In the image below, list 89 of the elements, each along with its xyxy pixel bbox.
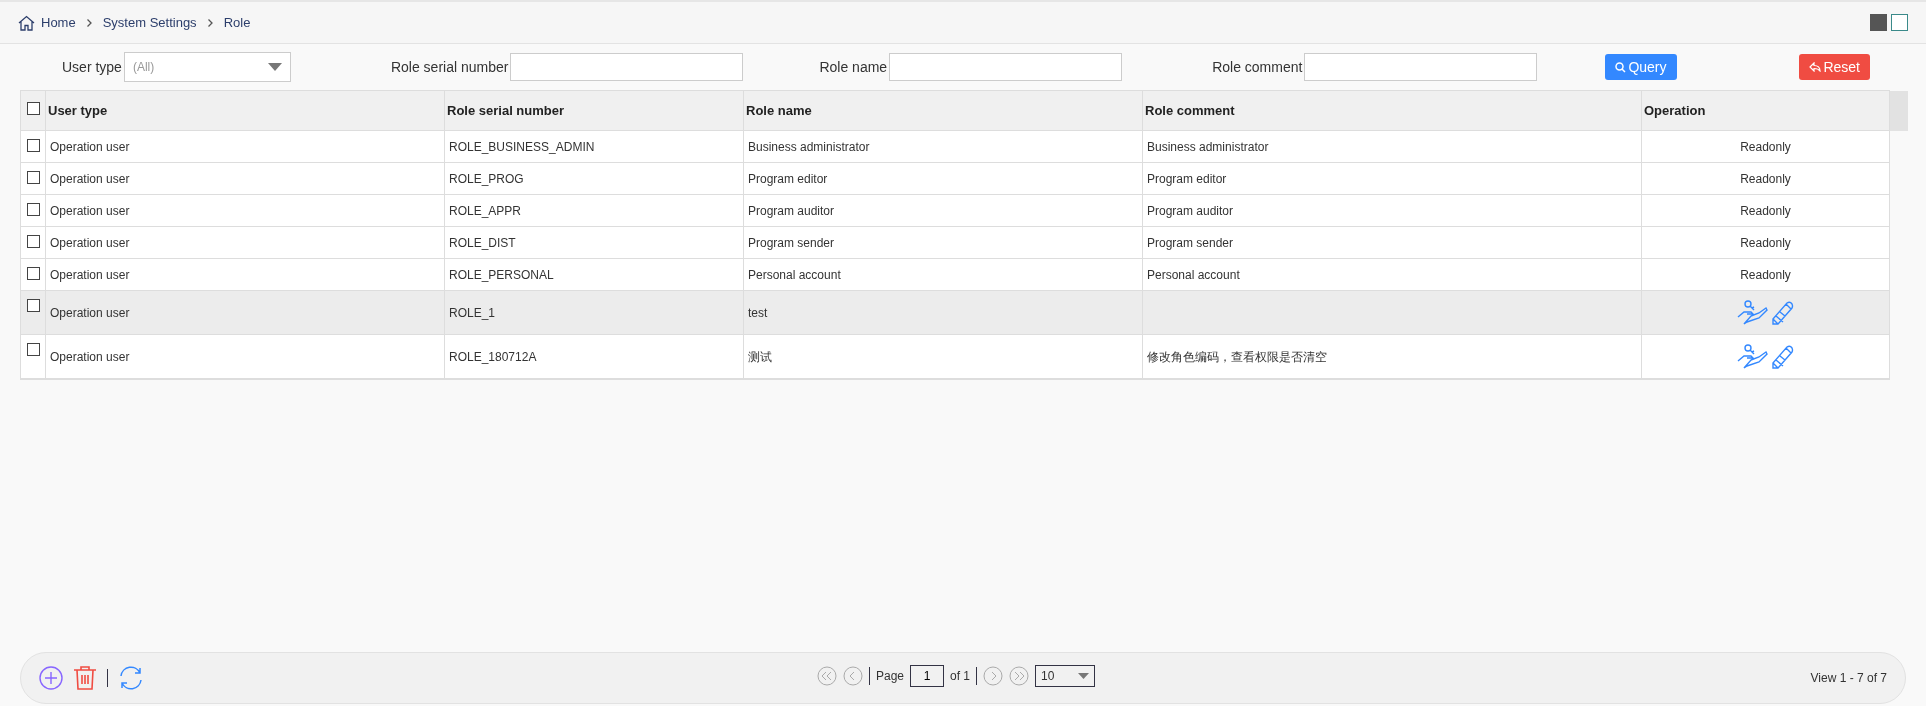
table-row[interactable]: Operation user ROLE_APPR Program auditor Program auditor Readonly xyxy=(21,195,1889,227)
page-count: of 1 xyxy=(950,668,971,685)
table-cell-text: Operation user xyxy=(50,202,130,220)
pencil-icon[interactable] xyxy=(1770,299,1795,326)
table-cell-text: Program auditor xyxy=(748,202,835,220)
breadcrumb-link[interactable]: System Settings xyxy=(102,12,197,33)
caret-icon xyxy=(1078,673,1090,679)
page-label: Page xyxy=(876,668,905,685)
checkbox[interactable] xyxy=(26,343,40,356)
role-serial-input[interactable] xyxy=(510,53,744,81)
column-header[interactable]: Role comment xyxy=(1145,100,1235,121)
table-row[interactable]: Operation user ROLE_DIST Program sender Program sender Readonly xyxy=(21,227,1889,259)
table-cell-text: 测试 xyxy=(748,348,772,366)
table-cell-text: ROLE_PROG xyxy=(449,170,524,188)
table-cell-text: Personal account xyxy=(1147,266,1240,284)
filter-label: Role name xyxy=(819,57,888,77)
table-cell-text: Readonly xyxy=(1740,170,1791,188)
caret-icon xyxy=(267,63,282,71)
checkbox[interactable] xyxy=(26,267,40,280)
last-page-icon[interactable] xyxy=(1009,666,1030,686)
table-cell-text: ROLE_BUSINESS_ADMIN xyxy=(449,138,595,156)
add-icon[interactable] xyxy=(39,666,63,690)
role-comment-input[interactable] xyxy=(1304,53,1538,81)
table-cell-text: Operation user xyxy=(50,348,130,366)
hand-key-icon[interactable] xyxy=(1736,343,1769,370)
table-cell-text: Personal account xyxy=(748,266,841,284)
column-header[interactable]: User type xyxy=(48,100,108,121)
table-cell-text: Readonly xyxy=(1740,234,1791,252)
checkbox[interactable] xyxy=(26,203,40,216)
light-layout-icon[interactable] xyxy=(1891,14,1908,31)
column-header[interactable]: Operation xyxy=(1644,100,1706,121)
trash-icon[interactable] xyxy=(73,666,97,690)
search-icon xyxy=(1615,61,1627,73)
checkbox[interactable] xyxy=(26,102,40,115)
checkbox[interactable] xyxy=(26,235,40,248)
dropdown-value: 10 xyxy=(1041,668,1055,685)
pencil-icon[interactable] xyxy=(1770,343,1795,370)
table-cell-text: ROLE_180712A xyxy=(449,348,537,366)
next-page-icon[interactable] xyxy=(983,666,1004,686)
table-row[interactable]: Operation user ROLE_PERSONAL Personal account Personal account Readonly xyxy=(21,259,1889,291)
table-cell-text: Readonly xyxy=(1740,202,1791,220)
table-cell-text: Program sender xyxy=(748,234,835,252)
table-cell-text: Operation user xyxy=(50,138,130,156)
table-cell-text: ROLE_DIST xyxy=(449,234,516,252)
page-size-dropdown[interactable]: 10 xyxy=(1035,665,1096,687)
table-cell-text: Program sender xyxy=(1147,234,1234,252)
table-cell-text: Program editor xyxy=(1147,170,1227,188)
table-cell-text: Program editor xyxy=(748,170,828,188)
table-cell-text: Operation user xyxy=(50,304,130,322)
table-cell-text: Business administrator xyxy=(748,138,870,156)
table-cell-text: Readonly xyxy=(1740,138,1791,156)
checkbox[interactable] xyxy=(26,299,40,312)
column-header[interactable]: Role name xyxy=(746,100,812,121)
home-icon xyxy=(18,14,35,31)
filter-label: User type xyxy=(62,57,122,77)
table-cell-text: ROLE_1 xyxy=(449,304,496,322)
chevron-icon xyxy=(206,17,214,28)
page-number-input[interactable]: 1 xyxy=(910,665,945,687)
breadcrumb-link[interactable]: Home xyxy=(41,12,76,33)
dropdown-value: (All) xyxy=(132,59,155,76)
reset-button[interactable]: Reset xyxy=(1799,54,1870,80)
reply-arrow-icon xyxy=(1809,62,1822,72)
table-row[interactable]: Operation user ROLE_BUSINESS_ADMIN Business administrator Business administrator Readonly xyxy=(21,131,1889,163)
table-cell-text: Operation user xyxy=(50,234,130,252)
checkbox[interactable] xyxy=(26,171,40,184)
table-cell-text: 修改角色编码，查看权限是否清空 xyxy=(1147,348,1327,366)
table-cell-text: ROLE_PERSONAL xyxy=(449,266,554,284)
table-row[interactable]: Operation user ROLE_1 test xyxy=(21,291,1889,335)
role-name-input[interactable] xyxy=(889,53,1123,81)
filter-label: Role comment xyxy=(1212,57,1303,77)
checkbox[interactable] xyxy=(26,139,40,152)
chevron-icon xyxy=(85,17,93,28)
table-cell-text: Operation user xyxy=(50,170,130,188)
table-cell-text: Business administrator xyxy=(1147,138,1269,156)
breadcrumb-link[interactable]: Role xyxy=(223,12,251,33)
table-cell-text: Readonly xyxy=(1740,266,1791,284)
table-row[interactable]: Operation user ROLE_180712A 测试 修改角色编码，查看权限是否清空 xyxy=(21,335,1889,379)
hand-key-icon[interactable] xyxy=(1736,299,1769,326)
refresh-icon[interactable] xyxy=(118,665,144,691)
filter-label: Role serial number xyxy=(390,57,509,77)
previous-page-icon[interactable] xyxy=(843,666,863,686)
column-header[interactable]: Role serial number xyxy=(447,100,565,121)
table-cell-text: test xyxy=(748,304,768,322)
table-cell-text: Operation user xyxy=(50,266,130,284)
table-cell-text: ROLE_APPR xyxy=(449,202,522,220)
record-summary: View 1 - 7 of 7 xyxy=(1810,670,1887,687)
table-row[interactable]: Operation user ROLE_PROG Program editor Program editor Readonly xyxy=(21,163,1889,195)
table-cell-text: Program auditor xyxy=(1147,202,1234,220)
first-page-icon[interactable] xyxy=(817,666,837,686)
